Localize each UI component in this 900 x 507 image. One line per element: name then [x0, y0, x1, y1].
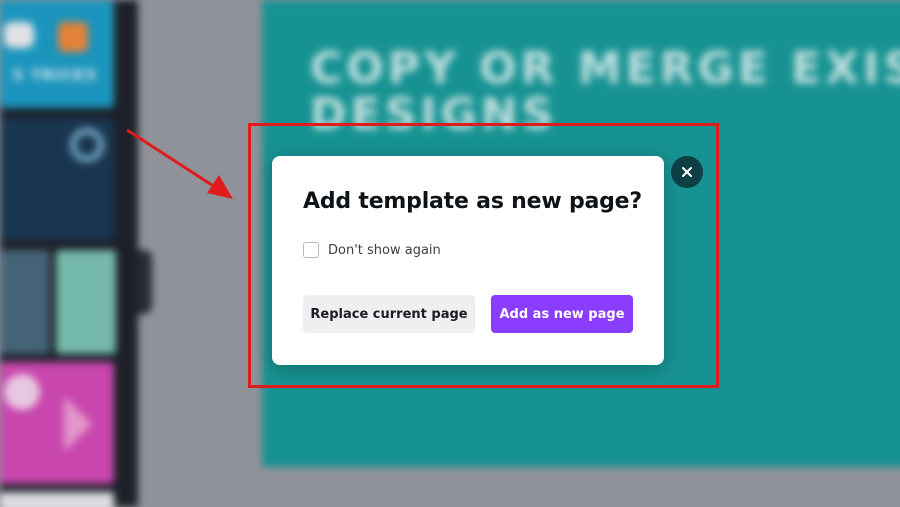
annotation-arrow — [126, 128, 233, 199]
